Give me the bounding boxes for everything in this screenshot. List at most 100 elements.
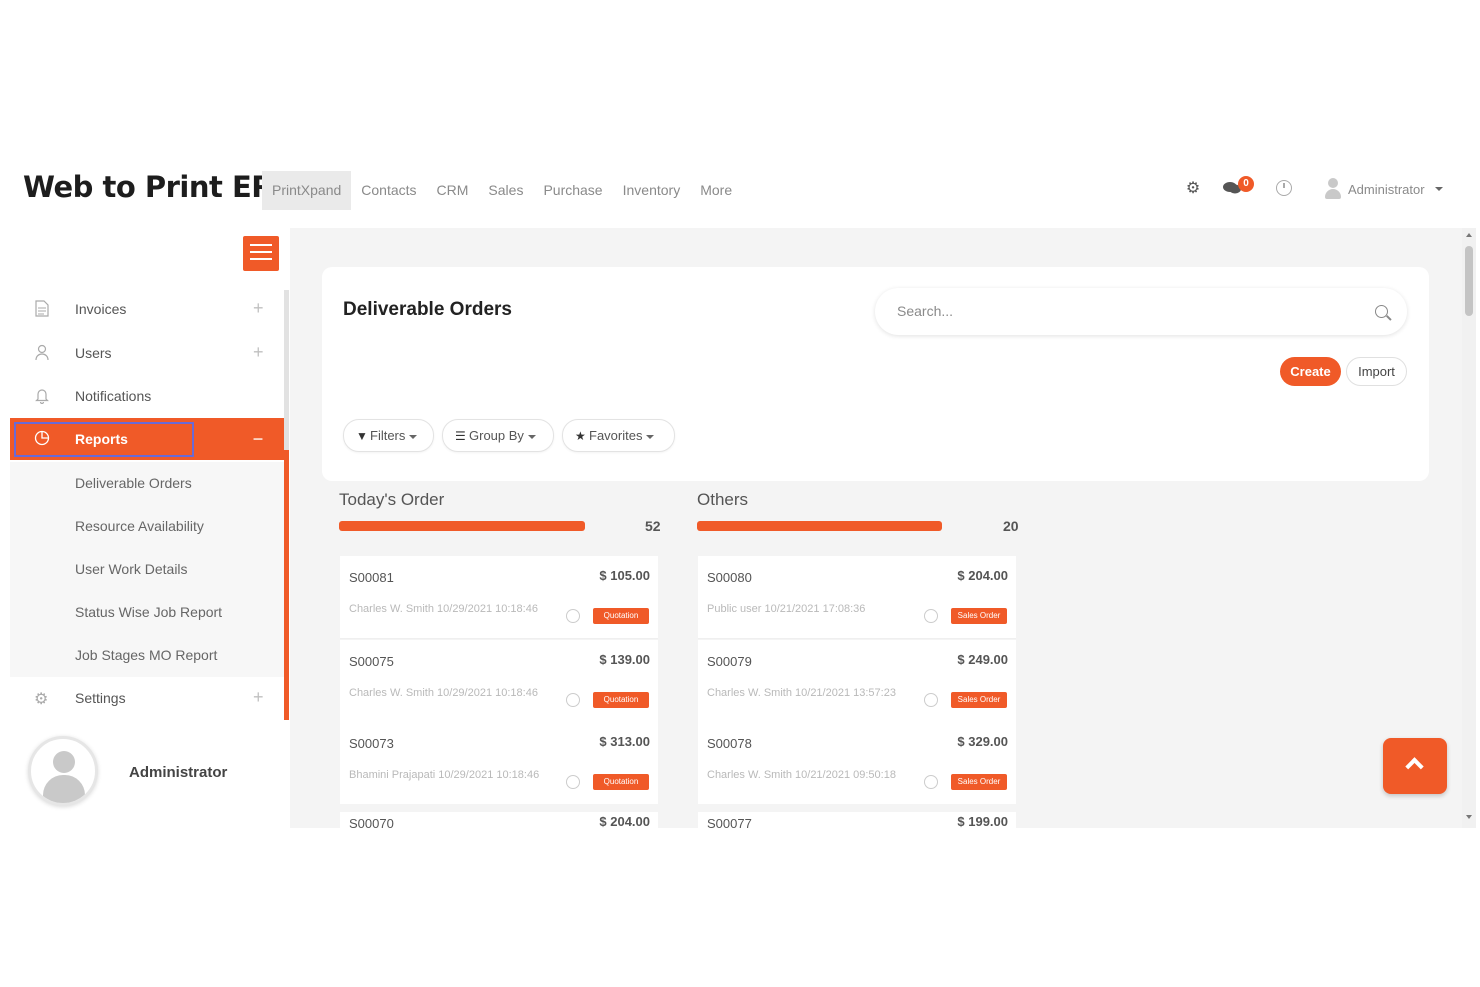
activity-clock-icon[interactable] (924, 775, 938, 789)
order-card-partial[interactable]: S00077 $ 199.00 (698, 812, 1016, 828)
order-card[interactable]: S00080 $ 204.00 Public user 10/21/2021 1… (698, 556, 1016, 638)
card-divider (340, 638, 658, 639)
topnav-crm[interactable]: CRM (427, 171, 479, 210)
card-divider (698, 638, 1016, 639)
clock-icon[interactable] (1276, 180, 1292, 196)
order-card[interactable]: S00073 $ 313.00 Bhamini Prajapati 10/29/… (340, 722, 658, 804)
subitem-label: Resource Availability (75, 518, 204, 534)
gear-icon: ⚙ (34, 691, 49, 708)
order-amount: $ 329.00 (957, 734, 1008, 749)
order-card[interactable]: S00079 $ 249.00 Charles W. Smith 10/21/2… (698, 640, 1016, 722)
sidebar-subitem-job-stages-mo-report[interactable]: Job Stages MO Report (10, 634, 284, 677)
order-amount: $ 139.00 (599, 652, 650, 667)
status-badge: Sales Order (951, 608, 1007, 624)
user-menu[interactable]: Administrator (1324, 178, 1443, 200)
sidebar-item-label: Notifications (75, 388, 152, 404)
app-window: Web to Print ERP PrintXpand Contacts CRM… (0, 0, 1480, 987)
order-id: S00078 (707, 736, 752, 751)
order-id: S00080 (707, 570, 752, 585)
sidebar-subitem-user-work-details[interactable]: User Work Details (10, 548, 284, 591)
minus-icon[interactable]: – (253, 428, 263, 449)
plus-icon[interactable]: + (253, 342, 264, 363)
column-progress-bar (697, 521, 942, 531)
main-scrollbar[interactable] (1462, 228, 1476, 828)
status-badge: Quotation (593, 608, 649, 624)
user-avatar-icon (1324, 178, 1342, 200)
topnav-printxpand[interactable]: PrintXpand (262, 171, 352, 210)
chevron-down-icon (409, 434, 418, 439)
focus-outline (14, 422, 194, 457)
scroll-down-arrow-icon[interactable] (1466, 815, 1472, 819)
search-placeholder: Search... (897, 303, 954, 319)
sidebar-item-label: Invoices (75, 301, 127, 317)
activity-clock-icon[interactable] (566, 693, 580, 707)
filters-label: Filters (370, 428, 406, 443)
subitem-label: Deliverable Orders (75, 475, 192, 491)
column-title-others: Others (697, 490, 749, 509)
search-icon[interactable] (1375, 305, 1388, 318)
sidebar-subitem-status-wise-job-report[interactable]: Status Wise Job Report (10, 591, 284, 634)
status-badge: Quotation (593, 692, 649, 708)
column-progress-bar (339, 521, 585, 531)
order-card-partial[interactable]: S00070 $ 204.00 (340, 812, 658, 828)
favorites-dropdown[interactable]: ★ Favorites (562, 419, 675, 452)
order-card[interactable]: S00075 $ 139.00 Charles W. Smith 10/29/2… (340, 640, 658, 722)
scroll-thumb[interactable] (1465, 246, 1473, 316)
column-title-todays-order: Today's Order (339, 490, 445, 509)
subitem-label: User Work Details (75, 561, 188, 577)
topnav-purchase[interactable]: Purchase (533, 171, 612, 210)
activity-clock-icon[interactable] (566, 609, 580, 623)
column-count: 52 (645, 518, 661, 534)
topnav-more[interactable]: More (690, 171, 742, 210)
status-badge: Quotation (593, 774, 649, 790)
gear-icon[interactable]: ⚙ (1184, 180, 1202, 198)
messages-badge: 0 (1238, 176, 1254, 192)
sidebar-scroll-thumb[interactable] (284, 450, 289, 720)
group-by-dropdown[interactable]: ☰ Group By (442, 419, 554, 452)
search-input[interactable]: Search... (875, 288, 1407, 335)
plus-icon[interactable]: + (253, 687, 264, 708)
plus-icon[interactable]: + (253, 298, 264, 319)
chevron-down-icon (1434, 187, 1443, 191)
subitem-label: Job Stages MO Report (75, 647, 218, 663)
sidebar-subitem-resource-availability[interactable]: Resource Availability (10, 505, 284, 548)
order-card[interactable]: S00081 $ 105.00 Charles W. Smith 10/29/2… (340, 556, 658, 638)
topnav-contacts[interactable]: Contacts (351, 171, 426, 210)
topnav-sales[interactable]: Sales (478, 171, 533, 210)
filter-icon: ▼ (356, 429, 368, 443)
sidebar-scrollbar[interactable] (284, 290, 289, 720)
order-amount: $ 249.00 (957, 652, 1008, 667)
avatar[interactable] (28, 736, 98, 806)
scroll-to-top-button[interactable] (1383, 738, 1447, 794)
hamburger-menu-icon[interactable] (243, 236, 279, 271)
activity-clock-icon[interactable] (924, 609, 938, 623)
scroll-up-arrow-icon[interactable] (1466, 233, 1472, 237)
chevron-up-icon (1405, 757, 1424, 776)
order-amount: $ 204.00 (599, 814, 650, 828)
group-by-label: Group By (469, 428, 524, 443)
activity-clock-icon[interactable] (566, 775, 580, 789)
order-card[interactable]: S00078 $ 329.00 Charles W. Smith 10/21/2… (698, 722, 1016, 804)
sidebar-item-notifications[interactable]: Notifications (10, 375, 284, 417)
order-id: S00075 (349, 654, 394, 669)
order-meta: Charles W. Smith 10/29/2021 10:18:46 (349, 687, 538, 699)
order-id: S00070 (349, 816, 394, 828)
import-button[interactable]: Import (1346, 357, 1407, 386)
filters-dropdown[interactable]: ▼ Filters (343, 419, 434, 452)
order-meta: Charles W. Smith 10/21/2021 13:57:23 (707, 687, 896, 699)
order-amount: $ 199.00 (957, 814, 1008, 828)
create-button[interactable]: Create (1280, 357, 1341, 386)
column-count: 20 (1003, 518, 1019, 534)
user-icon (34, 344, 50, 362)
order-id: S00081 (349, 570, 394, 585)
sidebar-subitem-deliverable-orders[interactable]: Deliverable Orders (10, 462, 284, 505)
activity-clock-icon[interactable] (924, 693, 938, 707)
order-amount: $ 204.00 (957, 568, 1008, 583)
order-id: S00073 (349, 736, 394, 751)
page-title: Deliverable Orders (343, 299, 512, 320)
star-icon: ★ (575, 429, 586, 443)
sidebar-item-settings[interactable]: ⚙ Settings + (10, 677, 284, 719)
sidebar-item-users[interactable]: Users + (10, 332, 284, 374)
topnav-inventory[interactable]: Inventory (613, 171, 691, 210)
sidebar-item-invoices[interactable]: Invoices + (10, 288, 284, 330)
